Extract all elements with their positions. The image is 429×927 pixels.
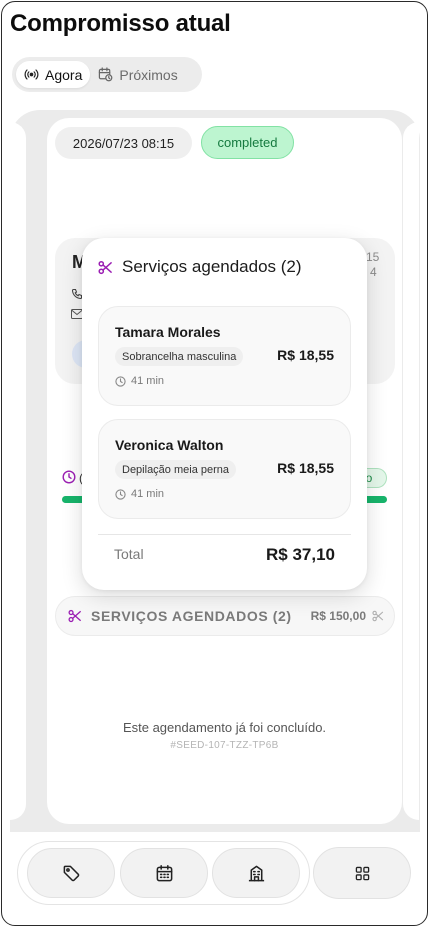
appointment-datetime: 2026/07/23 08:15 [55, 127, 192, 159]
total-value: R$ 37,10 [266, 545, 335, 564]
scissors-icon [372, 610, 384, 622]
popover-title: Serviços agendados (2) [122, 257, 302, 276]
calendar-button[interactable] [120, 848, 208, 898]
service-name-tag: Sobrancelha masculina [115, 347, 244, 366]
service-professional: Tamara Morales [115, 324, 221, 340]
services-popover: Serviços agendados (2) Tamara Morales So… [82, 238, 367, 590]
tab-proximos[interactable]: Próximos [90, 61, 185, 88]
scissors-icon [68, 609, 81, 623]
total-label: Total [114, 546, 144, 562]
service-professional: Veronica Walton [115, 437, 224, 453]
clock-icon [115, 375, 126, 387]
service-duration-text: 41 min [131, 375, 165, 387]
service-duration-text: 41 min [131, 488, 165, 500]
tab-agora[interactable]: Agora [16, 61, 91, 88]
building-button[interactable] [212, 848, 300, 898]
broadcast-icon [24, 69, 39, 80]
services-summary-button[interactable]: SERVIÇOS AGENDADOS (2) R$ 150,00 [55, 596, 395, 636]
service-price: R$ 18,55 [277, 347, 334, 363]
tab-agora-label: Agora [45, 66, 83, 83]
service-duration: 41 min [115, 375, 164, 387]
reference-code: #SEED-107-TZZ-TP6B [170, 740, 279, 751]
menu-grid-button[interactable] [313, 847, 411, 899]
service-name-tag: Depilação meia perna [115, 460, 237, 479]
previous-card-peek[interactable] [10, 122, 26, 820]
scissors-icon [98, 260, 112, 274]
status-badge: completed [201, 126, 294, 159]
page-title: Compromisso atual [10, 10, 231, 37]
service-item[interactable]: Veronica Walton Depilação meia perna R$ … [98, 419, 351, 519]
services-summary-amount: R$ 150,00 [310, 609, 366, 623]
clock-icon [62, 470, 76, 484]
tab-proximos-label: Próximos [119, 66, 178, 83]
view-toggle: Agora Próximos [12, 57, 202, 92]
client-side-value-top: 15 [366, 250, 380, 264]
service-item[interactable]: Tamara Morales Sobrancelha masculina R$ … [98, 306, 351, 406]
tag-button[interactable] [27, 848, 115, 898]
client-side-value-bottom: 4 [370, 265, 377, 279]
concluded-message: Este agendamento já foi concluído. [122, 720, 327, 735]
next-card-peek[interactable] [403, 122, 419, 820]
clock-icon [115, 488, 126, 500]
tag-icon [63, 865, 79, 881]
calendar-clock-icon [99, 67, 113, 82]
service-price: R$ 18,55 [277, 460, 334, 476]
services-summary-title: SERVIÇOS AGENDADOS (2) [91, 608, 292, 624]
service-duration: 41 min [115, 488, 164, 500]
building-icon [248, 865, 264, 881]
popover-header: Serviços agendados (2) [98, 257, 302, 277]
popover-divider [98, 534, 351, 535]
calendar-icon [156, 864, 172, 881]
grid-icon [355, 866, 369, 880]
